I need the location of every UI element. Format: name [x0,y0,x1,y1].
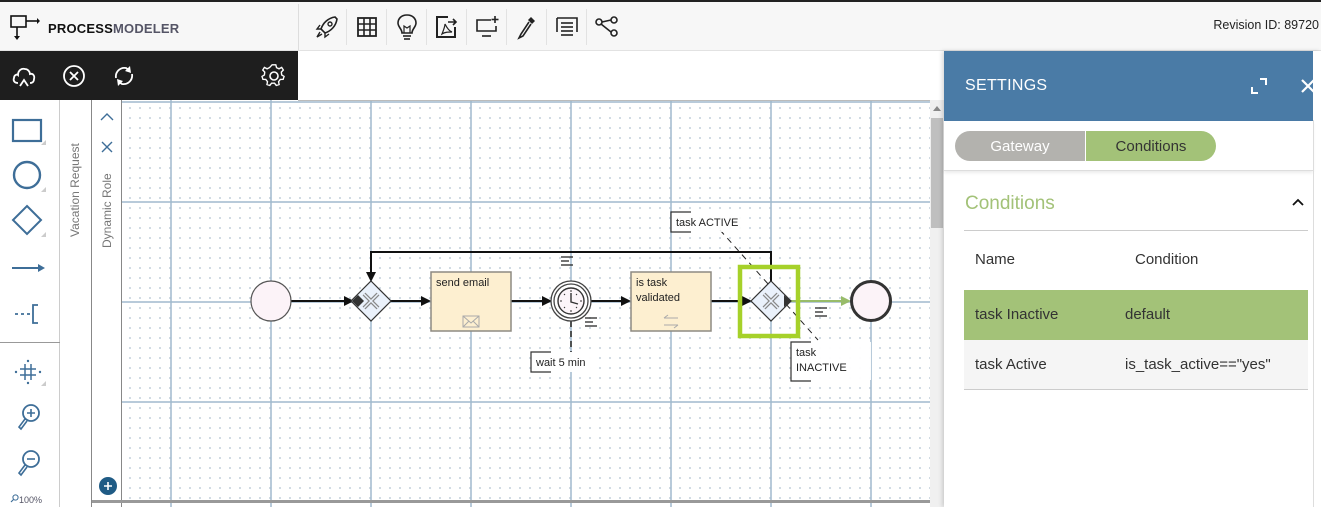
scroll-thumb[interactable] [931,118,943,228]
bpmn-diagram: send email is task validated task ACTIVE [250,211,892,382]
end-event[interactable] [850,280,892,322]
tab-conditions[interactable]: Conditions [1086,131,1216,161]
panel-edge [1313,120,1314,507]
svg-text:task: task [796,347,817,359]
condition-row-selected[interactable]: task Inactive default [964,290,1308,340]
annotation-task-active[interactable]: task ACTIVE [670,211,741,233]
annotation-menu-icon[interactable] [585,317,597,327]
settings-header: SETTINGS [944,51,1314,121]
svg-text:wait 5 min: wait 5 min [535,357,586,369]
svg-text:task ACTIVE: task ACTIVE [676,217,738,229]
column-header-name: Name [975,251,1016,268]
annotation-task-inactive[interactable]: task INACTIVE [790,341,871,382]
annotation-wait[interactable]: wait 5 min [530,351,599,373]
close-icon[interactable] [1300,78,1314,94]
svg-text:validated: validated [636,292,680,304]
annotation-menu-icon[interactable] [815,307,827,317]
condition-value: default [1125,306,1171,323]
exclusive-gateway[interactable] [350,280,392,322]
column-header-condition: Condition [1135,251,1199,268]
start-event[interactable] [250,280,292,322]
settings-title: SETTINGS [965,77,1048,94]
chevron-up-icon[interactable] [1291,195,1305,209]
revision-id: Revision ID: 89720 [1213,18,1319,32]
settings-tabs: Gateway Conditions [944,121,1313,171]
canvas-vertical-scrollbar[interactable] [930,100,944,507]
condition-value: is_task_active=="yes" [1125,356,1271,373]
scroll-up-arrow[interactable] [933,106,941,111]
task-is-task-validated[interactable]: is task validated [630,271,712,332]
condition-row[interactable]: task Active is_task_active=="yes" [964,340,1308,390]
expand-icon[interactable] [1250,77,1268,95]
settings-panel: SETTINGS Gateway Conditions Conditions N… [944,51,1321,507]
svg-text:INACTIVE: INACTIVE [796,362,847,374]
section-divider [964,230,1308,231]
svg-text:is task: is task [636,277,668,289]
condition-name: task Active [975,356,1047,373]
timer-event[interactable] [550,280,592,322]
task-send-email[interactable]: send email [430,271,512,332]
svg-text:send email: send email [436,277,489,289]
conditions-section-title[interactable]: Conditions [965,193,1055,215]
annotation-menu-icon[interactable] [561,256,573,266]
condition-name: task Inactive [975,306,1059,323]
tab-gateway[interactable]: Gateway [955,131,1085,161]
